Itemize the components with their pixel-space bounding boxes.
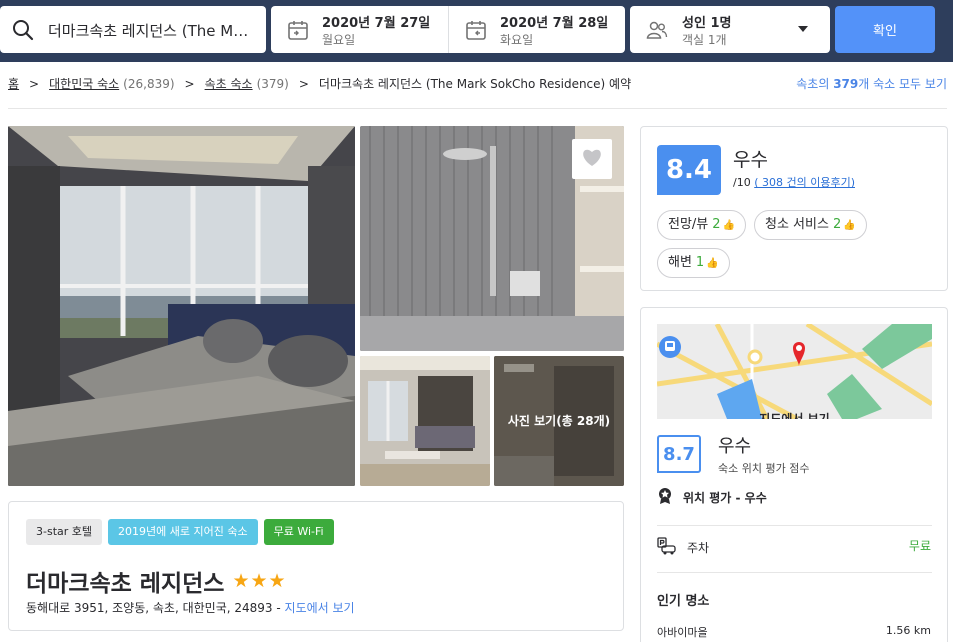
location-rating-text: 위치 평가 - 우수 bbox=[683, 491, 767, 505]
checkin-field[interactable]: 2020년 7월 27일 월요일 bbox=[271, 6, 448, 53]
landmark-name[interactable]: 아바이마을 bbox=[657, 624, 708, 640]
checkout-day: 화요일 bbox=[500, 33, 534, 47]
property-address: 동해대로 3951, 조양동, 속초, 대한민국, 24893 - 지도에서 보… bbox=[26, 599, 355, 616]
tag-label: 해변 bbox=[668, 255, 692, 270]
breadcrumb-current: 더마크속초 레지던스 (The Mark SokCho Residence) 예… bbox=[318, 77, 632, 91]
map-view-label: 지도에서 보기 bbox=[759, 412, 830, 419]
calendar-checkin-icon bbox=[287, 19, 309, 45]
guests-count: 성인 1명 bbox=[682, 16, 732, 31]
calendar-checkout-icon bbox=[465, 19, 487, 45]
review-tag-beach[interactable]: 해변 1 👍 bbox=[657, 248, 730, 278]
location-score-word: 우수 bbox=[718, 436, 752, 457]
breadcrumb-separator: > bbox=[184, 76, 195, 91]
view-all-properties-link[interactable]: 속초의 379개 숙소 모두 보기 bbox=[796, 75, 947, 92]
more-photos-tile[interactable]: 사진 보기(총 28개) bbox=[494, 356, 624, 486]
parking-label: 주차 bbox=[687, 541, 710, 555]
tag-label: 전망/뷰 bbox=[668, 217, 709, 232]
checkin-day: 월요일 bbox=[322, 33, 356, 47]
tag-count: 1 bbox=[695, 255, 705, 270]
score-out-of: /10 bbox=[733, 176, 751, 189]
search-submit-button[interactable]: 확인 bbox=[835, 6, 935, 53]
search-icon bbox=[12, 19, 34, 45]
tag-count: 2 bbox=[832, 217, 842, 232]
location-score-subtitle: 숙소 위치 평가 점수 bbox=[718, 462, 810, 475]
tag-count: 2 bbox=[712, 217, 721, 232]
popular-landmarks-title: 인기 명소 bbox=[657, 594, 710, 609]
free-wifi-badge: 무료 Wi-Fi bbox=[263, 519, 334, 545]
guests-icon bbox=[646, 20, 668, 44]
date-picker: 2020년 7월 27일 월요일 2020년 7월 28일 화요일 bbox=[271, 6, 625, 53]
destination-field[interactable]: 더마크속초 레지던스 (The Mark SokCho Residence) bbox=[0, 6, 266, 53]
landmark-distance: 1.56 km bbox=[885, 624, 931, 637]
star-class-badge: 3-star 호텔 bbox=[26, 519, 103, 545]
checkout-date: 2020년 7월 28일 bbox=[500, 16, 609, 31]
parking-value: 무료 bbox=[908, 539, 931, 553]
checkin-date: 2020년 7월 27일 bbox=[322, 16, 431, 31]
tag-label: 청소 서비스 bbox=[765, 217, 829, 232]
view-all-suffix: 개 숙소 모두 보기 bbox=[858, 77, 947, 91]
thumbs-up-icon: 👍 bbox=[722, 220, 735, 231]
review-tag-list: 전망/뷰 2 👍 청소 서비스 2 👍 해변 1 👍 bbox=[657, 210, 937, 278]
review-score-sub: /10 ( 308 건의 이용후기) bbox=[733, 174, 855, 190]
location-score: 8.7 bbox=[657, 435, 701, 473]
review-tag-view[interactable]: 전망/뷰 2 👍 bbox=[657, 210, 746, 240]
property-name: 더마크속초 레지던스 bbox=[26, 571, 225, 597]
property-info-card: 3-star 호텔 2019년에 새로 지어진 숙소 무료 Wi-Fi 더마크속… bbox=[8, 501, 624, 631]
award-icon bbox=[657, 487, 673, 508]
thumbs-up-icon: 👍 bbox=[843, 220, 856, 231]
search-bar: 더마크속초 레지던스 (The Mark SokCho Residence) 2… bbox=[0, 0, 953, 62]
breadcrumb-separator: > bbox=[29, 76, 40, 91]
review-score-card: 8.4 우수 /10 ( 308 건의 이용후기) 전망/뷰 2 👍 청소 서비스 2… bbox=[640, 126, 948, 291]
review-count-link[interactable]: ( 308 건의 이용후기) bbox=[754, 176, 855, 189]
divider bbox=[8, 108, 947, 109]
divider bbox=[657, 572, 932, 573]
location-rating-row: 위치 평가 - 우수 bbox=[657, 487, 767, 508]
favorite-heart-button[interactable] bbox=[572, 139, 612, 179]
living-room-photo[interactable] bbox=[360, 356, 490, 486]
breadcrumb-city-count: (379) bbox=[256, 76, 289, 91]
review-tag-cleanliness[interactable]: 청소 서비스 2 👍 bbox=[754, 210, 867, 240]
parking-icon bbox=[657, 537, 677, 558]
breadcrumb-separator: > bbox=[298, 76, 309, 91]
rooms-count: 객실 1개 bbox=[682, 33, 727, 47]
review-score: 8.4 bbox=[657, 145, 721, 195]
guests-dropdown[interactable]: 성인 1명 객실 1개 bbox=[630, 6, 830, 53]
view-all-count: 379 bbox=[833, 77, 859, 91]
thumbs-up-icon: 👍 bbox=[706, 258, 719, 269]
main-photo-bedroom[interactable] bbox=[8, 126, 355, 486]
review-score-word: 우수 bbox=[733, 149, 768, 171]
breadcrumb-home[interactable]: 홈 bbox=[8, 75, 19, 92]
chevron-down-icon bbox=[798, 26, 808, 32]
parking-row: 주차 bbox=[657, 537, 709, 558]
badge-list: 3-star 호텔 2019년에 새로 지어진 숙소 무료 Wi-Fi bbox=[26, 519, 334, 545]
property-title: 더마크속초 레지던스 ★★★ bbox=[26, 564, 287, 598]
checkout-field[interactable]: 2020년 7월 28일 화요일 bbox=[448, 6, 625, 53]
breadcrumb-country-count: (26,839) bbox=[123, 76, 175, 91]
breadcrumb: 홈 > 대한민국 숙소 (26,839) > 속초 숙소 (379) > 더마크… bbox=[8, 75, 631, 92]
destination-text: 더마크속초 레지던스 (The Mark SokCho Residence) bbox=[48, 22, 254, 40]
address-text: 동해대로 3951, 조양동, 속초, 대한민국, 24893 - bbox=[26, 601, 281, 615]
star-rating: ★★★ bbox=[232, 570, 287, 592]
breadcrumb-city[interactable]: 속초 숙소 bbox=[205, 75, 253, 92]
breadcrumb-country[interactable]: 대한민국 숙소 bbox=[49, 75, 119, 92]
view-all-prefix: 속초의 bbox=[796, 77, 830, 91]
divider bbox=[657, 525, 932, 526]
location-card: 지도에서 보기 8.7 우수 숙소 위치 평가 점수 위치 평가 - 우수 주차… bbox=[640, 307, 948, 642]
more-photos-label: 사진 보기(총 28개) bbox=[494, 356, 624, 486]
new-property-badge: 2019년에 새로 지어진 숙소 bbox=[108, 519, 258, 545]
map-preview[interactable]: 지도에서 보기 bbox=[657, 324, 932, 419]
heart-icon bbox=[581, 147, 603, 171]
view-on-map-link[interactable]: 지도에서 보기 bbox=[285, 601, 355, 615]
